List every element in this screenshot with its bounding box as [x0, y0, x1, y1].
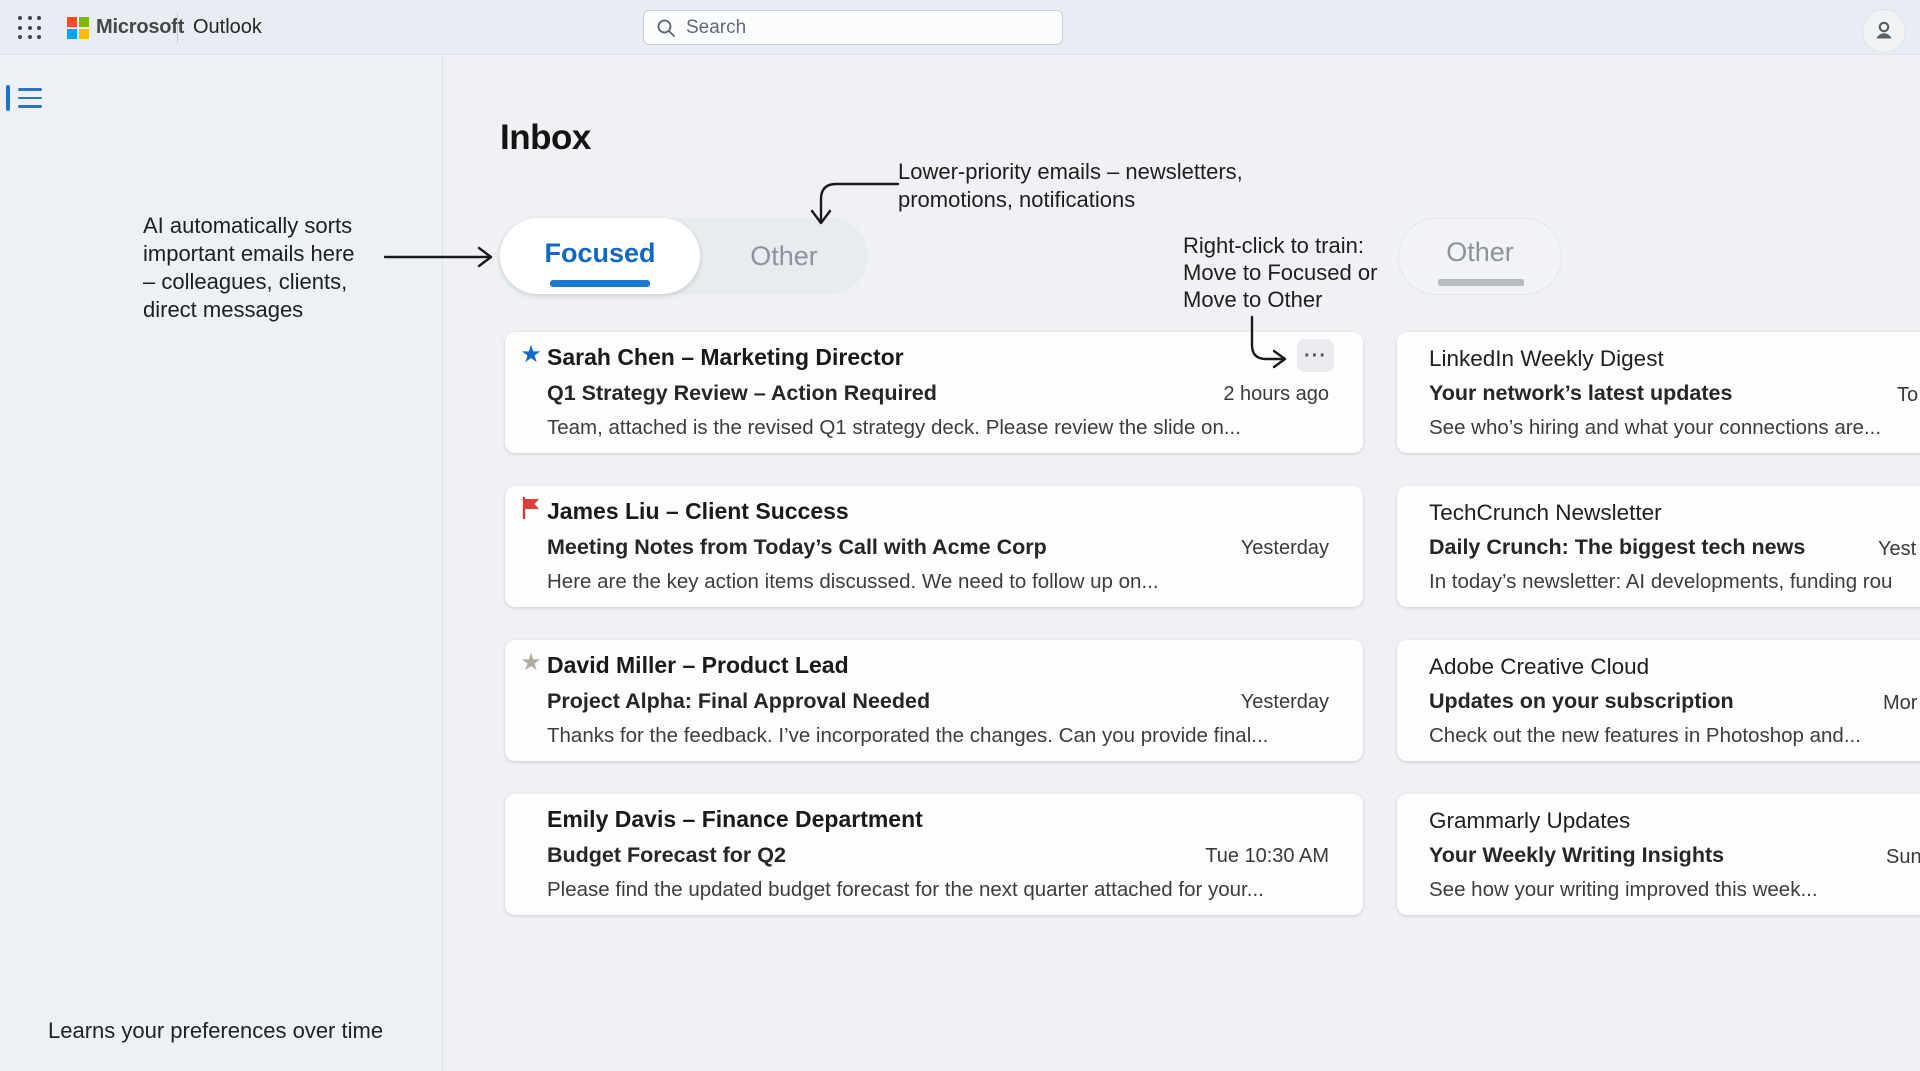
hamburger-menu-icon[interactable] [18, 88, 42, 108]
inbox-tab-group: Focused Other [500, 218, 868, 294]
email-preview: Check out the new features in Photoshop … [1429, 724, 1861, 748]
email-preview: Team, attached is the revised Q1 strateg… [547, 416, 1241, 440]
tab-other[interactable]: Other [700, 218, 868, 294]
email-row-linkedin[interactable]: LinkedIn Weekly Digest Your network’s la… [1397, 332, 1920, 453]
email-subject: Updates on your subscription [1429, 689, 1734, 714]
email-row-adobe[interactable]: Adobe Creative Cloud Updates on your sub… [1397, 640, 1920, 761]
email-preview: Please find the updated budget forecast … [547, 878, 1264, 902]
tab-other-column-label: Other [1446, 237, 1514, 268]
email-preview: See how your writing improved this week.… [1429, 878, 1818, 902]
email-time: Yesterday [1241, 691, 1329, 714]
email-sender: LinkedIn Weekly Digest [1429, 346, 1664, 372]
email-subject: Daily Crunch: The biggest tech news [1429, 535, 1805, 560]
email-sender: Grammarly Updates [1429, 808, 1630, 834]
person-icon [1871, 18, 1897, 44]
tab-focused-label: Focused [544, 238, 655, 269]
annotation-focused-note: AI automatically sorts important emails … [143, 212, 355, 324]
microsoft-logo-icon [67, 17, 89, 39]
email-preview: See who’s hiring and what your connectio… [1429, 416, 1881, 440]
more-options-icon[interactable]: ··· [1297, 339, 1334, 372]
email-row-emily-davis[interactable]: Emily Davis – Finance Department Budget … [505, 794, 1363, 915]
email-time: Sun [1886, 846, 1920, 869]
email-subject: Budget Forecast for Q2 [547, 843, 786, 868]
search-bar[interactable] [643, 10, 1063, 45]
email-time: 2 hours ago [1223, 383, 1329, 406]
email-sender: David Miller – Product Lead [547, 652, 849, 679]
email-time: Mor [1883, 692, 1917, 715]
brand-divider [177, 13, 178, 43]
search-input[interactable] [686, 17, 1050, 39]
annotation-train-note: Right-click to train: Move to Focused or… [1183, 232, 1377, 313]
email-sender: Emily Davis – Finance Department [547, 806, 923, 833]
email-time: To [1897, 384, 1918, 407]
email-row-james-liu[interactable]: James Liu – Client Success Meeting Notes… [505, 486, 1363, 607]
email-preview: Thanks for the feedback. I’ve incorporat… [547, 724, 1268, 748]
footer-note: Learns your preferences over time [48, 1018, 383, 1044]
email-sender: Sarah Chen – Marketing Director [547, 344, 904, 371]
email-preview: Here are the key action items discussed.… [547, 570, 1159, 594]
email-time: Tue 10:30 AM [1205, 845, 1329, 868]
email-row-sarah-chen[interactable]: ★ Sarah Chen – Marketing Director Q1 Str… [505, 332, 1363, 453]
annotation-other-note: Lower-priority emails – newsletters, pro… [898, 158, 1243, 214]
tab-other-column-indicator [1438, 279, 1524, 286]
email-sender: Adobe Creative Cloud [1429, 654, 1649, 680]
flag-icon[interactable] [518, 496, 544, 522]
page-title: Inbox [500, 118, 591, 158]
nav-accent-bar [6, 85, 10, 111]
microsoft-wordmark: Microsoft [96, 16, 184, 39]
email-row-david-miller[interactable]: ★ David Miller – Product Lead Project Al… [505, 640, 1363, 761]
tab-other-column[interactable]: Other [1398, 218, 1562, 295]
app-title: Outlook [193, 16, 262, 39]
email-row-grammarly[interactable]: Grammarly Updates Your Weekly Writing In… [1397, 794, 1920, 915]
left-rail: Learns your preferences over time [0, 56, 443, 1071]
email-subject: Project Alpha: Final Approval Needed [547, 689, 930, 714]
email-sender: TechCrunch Newsletter [1429, 500, 1662, 526]
email-preview: In today’s newsletter: AI developments, … [1429, 570, 1892, 594]
tab-focused-active-indicator [550, 280, 650, 287]
email-time: Yesterday [1241, 537, 1329, 560]
top-bar: Microsoft Outlook [0, 0, 1920, 55]
tab-focused[interactable]: Focused [500, 218, 700, 294]
email-sender: James Liu – Client Success [547, 498, 849, 525]
star-icon[interactable]: ★ [518, 650, 544, 676]
email-time: Yest [1878, 538, 1916, 561]
search-icon [656, 18, 676, 38]
email-subject: Your network’s latest updates [1429, 381, 1732, 406]
email-subject: Meeting Notes from Today’s Call with Acm… [547, 535, 1047, 560]
app-launcher-icon[interactable] [16, 14, 44, 42]
email-row-techcrunch[interactable]: TechCrunch Newsletter Daily Crunch: The … [1397, 486, 1920, 607]
account-button[interactable] [1862, 9, 1906, 53]
email-subject: Q1 Strategy Review – Action Required [547, 381, 937, 406]
star-icon[interactable]: ★ [518, 342, 544, 368]
email-subject: Your Weekly Writing Insights [1429, 843, 1724, 868]
